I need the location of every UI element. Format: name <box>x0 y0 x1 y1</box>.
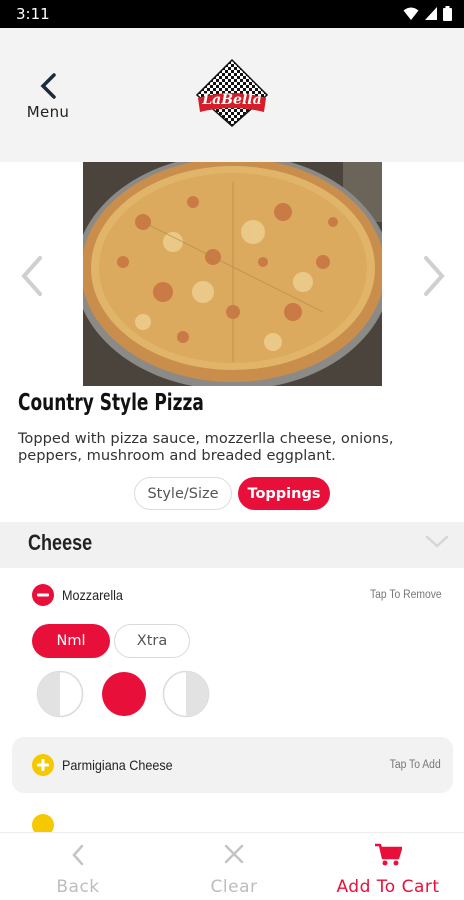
status-icons <box>403 6 452 21</box>
back-menu-label: Menu <box>26 103 70 121</box>
section-title: Cheese <box>28 530 93 555</box>
chevron-down-icon <box>424 534 450 554</box>
topping-hint: Tap To Remove <box>370 589 442 601</box>
topping-row-parmigiana[interactable]: Parmigiana Cheese Tap To Add <box>12 737 453 793</box>
cheese-section-header[interactable]: Cheese <box>0 522 464 568</box>
back-label: Back <box>56 877 100 897</box>
topping-hint: Tap To Add <box>389 759 441 771</box>
add-icon[interactable] <box>32 754 54 776</box>
portion-left-half-button[interactable] <box>36 670 84 718</box>
item-image-carousel <box>0 162 464 388</box>
portion-whole-button[interactable] <box>100 670 148 718</box>
back-button[interactable]: Back <box>28 833 128 900</box>
close-icon <box>223 843 245 869</box>
carousel-next-button[interactable] <box>420 254 450 298</box>
item-description: Topped with pizza sauce, mozzerlla chees… <box>18 430 394 464</box>
app-header: Menu LaBella <box>0 28 464 162</box>
add-to-cart-button[interactable]: Add To Cart <box>320 833 456 900</box>
next-topping-add-icon[interactable] <box>32 814 54 832</box>
labella-logo: LaBella <box>195 58 269 128</box>
portion-right-half-button[interactable] <box>162 670 210 718</box>
tab-toppings[interactable]: Toppings <box>238 477 330 510</box>
add-to-cart-label: Add To Cart <box>336 877 440 897</box>
status-bar: 3:11 <box>0 0 464 28</box>
battery-icon <box>443 6 452 21</box>
option-tabs: Style/Size Toppings <box>0 477 464 511</box>
clear-button[interactable]: Clear <box>184 833 284 900</box>
chevron-left-icon <box>70 843 86 871</box>
topping-name: Parmigiana Cheese <box>62 757 173 773</box>
topping-name: Mozzarella <box>62 587 123 603</box>
clear-label: Clear <box>210 877 258 897</box>
amount-normal-button[interactable]: Nml <box>32 624 110 658</box>
tab-style-size[interactable]: Style/Size <box>134 477 232 510</box>
amount-extra-button[interactable]: Xtra <box>114 624 190 658</box>
chevron-left-icon <box>20 72 76 102</box>
wifi-icon <box>403 7 419 20</box>
pizza-photo <box>83 162 382 386</box>
logo-text: LaBella <box>201 92 261 108</box>
remove-icon[interactable] <box>32 584 54 606</box>
signal-icon <box>425 6 437 20</box>
status-time: 3:11 <box>16 5 50 23</box>
carousel-prev-button[interactable] <box>16 254 46 298</box>
topping-row-mozzarella[interactable]: Mozzarella Tap To Remove <box>0 584 464 610</box>
cart-icon <box>374 843 403 871</box>
bottom-action-bar: Back Clear Add To Cart <box>0 832 464 900</box>
back-to-menu-button[interactable]: Menu <box>20 72 76 128</box>
item-title: Country Style Pizza <box>18 390 204 416</box>
